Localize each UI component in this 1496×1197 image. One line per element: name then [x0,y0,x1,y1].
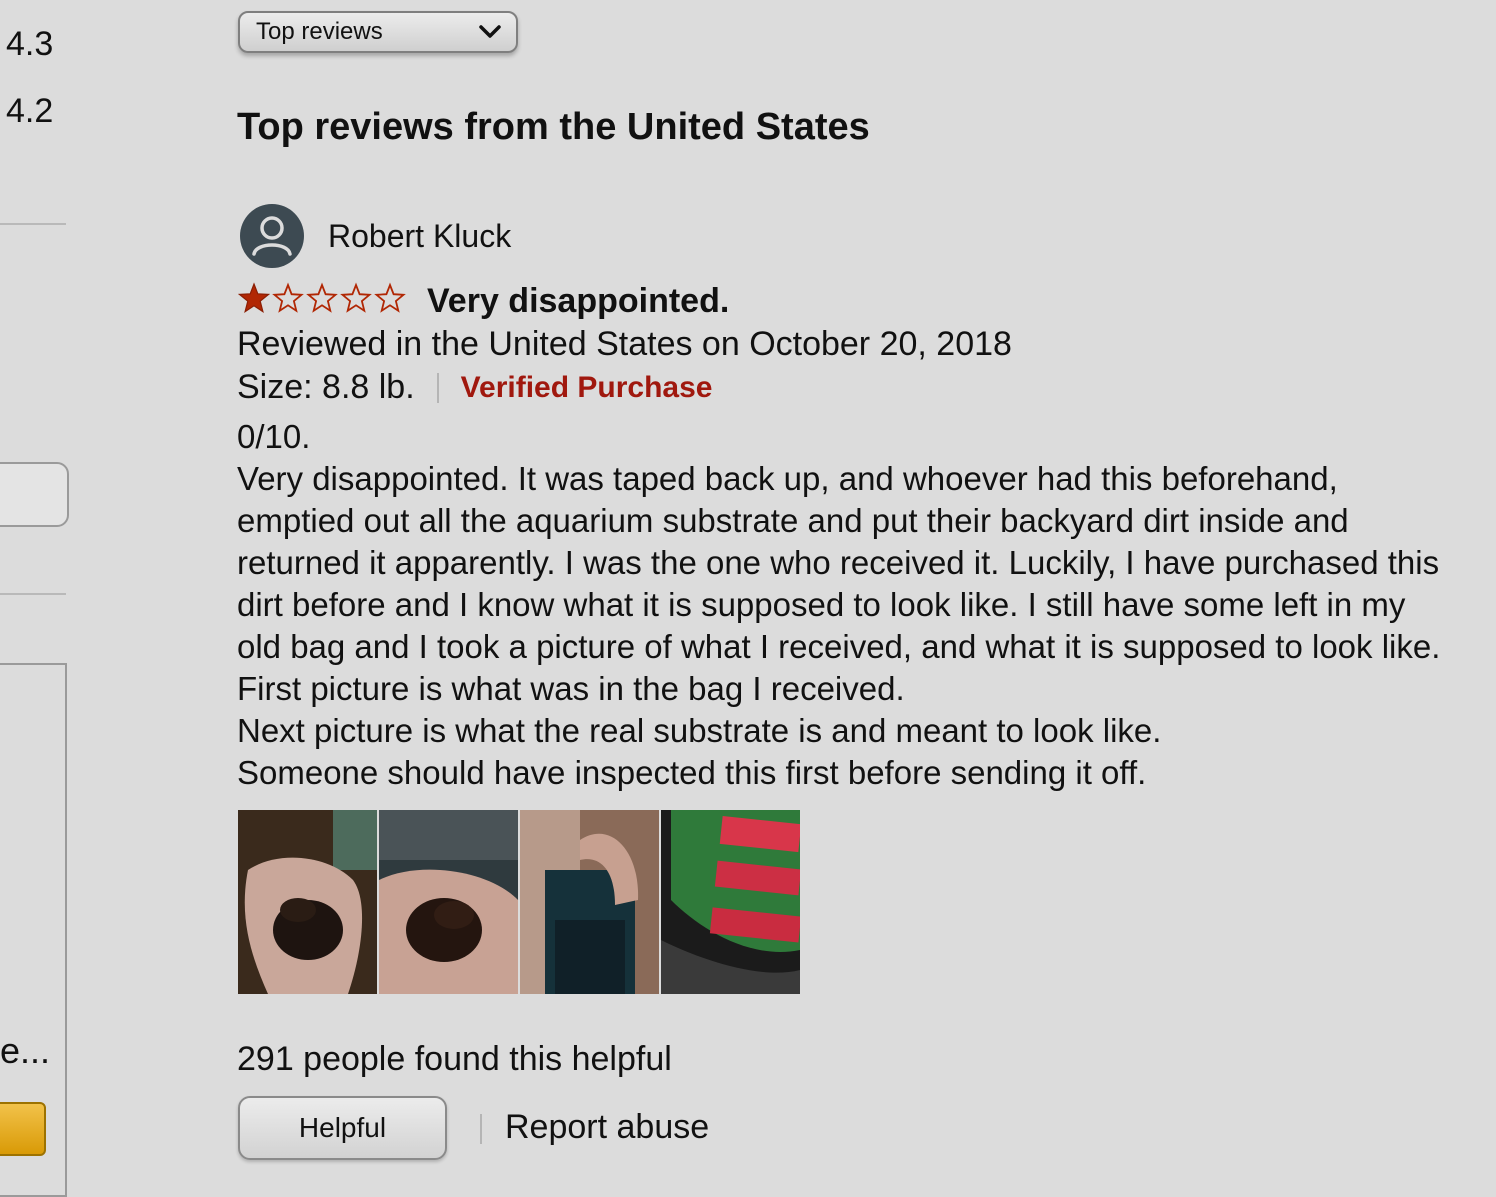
sidebar-divider [0,593,66,595]
review-meta: Size: 8.8 lb. Verified Purchase [237,368,712,407]
sidebar-button[interactable] [0,462,69,527]
review-photo-2[interactable] [379,810,518,994]
sidebar-divider [0,223,66,225]
review-body-line: First picture is what was in the bag I r… [237,670,905,707]
star-rating[interactable] [238,282,406,314]
divider [480,1114,482,1144]
sort-dropdown-label: Top reviews [256,18,383,45]
review-size[interactable]: Size: 8.8 lb. [237,368,415,407]
sidebar-rating-value: 4.3 [6,25,54,63]
review-body-line: dirt before and I know what it is suppos… [237,586,1406,623]
review-body-line: 0/10. [237,418,311,455]
sidebar-action-button[interactable] [0,1102,46,1156]
section-title: Top reviews from the United States [237,106,870,148]
star-empty-icon [340,282,372,313]
verified-purchase-badge[interactable]: Verified Purchase [461,371,713,405]
review-body-line: Someone should have inspected this first… [237,754,1147,791]
user-icon [252,216,292,256]
sidebar-truncated-text: e... [0,1030,51,1071]
substrate-bag-image [520,810,659,994]
chevron-down-icon [479,25,501,38]
sidebar-rating-value: 4.2 [6,92,54,130]
review-photo-1[interactable] [238,810,377,994]
avatar[interactable] [240,204,304,268]
sort-dropdown[interactable]: Top reviews [238,11,518,53]
reviewer-name[interactable]: Robert Kluck [328,218,511,255]
sidebar-rating-row-2[interactable]: ★ 4.2 [0,92,53,131]
review-body-line: old bag and I took a picture of what I r… [237,628,1441,665]
review-body-line: returned it apparently. I was the one wh… [237,544,1440,581]
star-empty-icon [306,282,338,313]
star-filled-icon [238,282,270,313]
review-photo-3[interactable] [520,810,659,994]
review-photos [238,810,800,994]
review-body-line: Next picture is what the real substrate … [237,712,1162,749]
review-body-line: Very disappointed. It was taped back up,… [237,460,1338,497]
sidebar-rating-row-1[interactable]: ★ 4.3 [0,25,53,64]
report-abuse-link[interactable]: Report abuse [505,1108,709,1147]
review-body-line: emptied out all the aquarium substrate a… [237,502,1349,539]
review-photo-4[interactable] [661,810,800,994]
substrate-bag-closeup-image [661,810,800,994]
hand-with-dirt-image [238,810,377,994]
star-empty-icon [374,282,406,313]
review-body: 0/10. Very disappointed. It was taped ba… [237,416,1496,794]
review-date: Reviewed in the United States on October… [237,325,1012,363]
helpful-count: 291 people found this helpful [237,1040,672,1078]
divider [436,372,439,403]
helpful-button[interactable]: Helpful [238,1096,447,1160]
hand-with-dirt-image [379,810,518,994]
star-empty-icon [272,282,304,313]
review-title[interactable]: Very disappointed. [427,282,729,321]
